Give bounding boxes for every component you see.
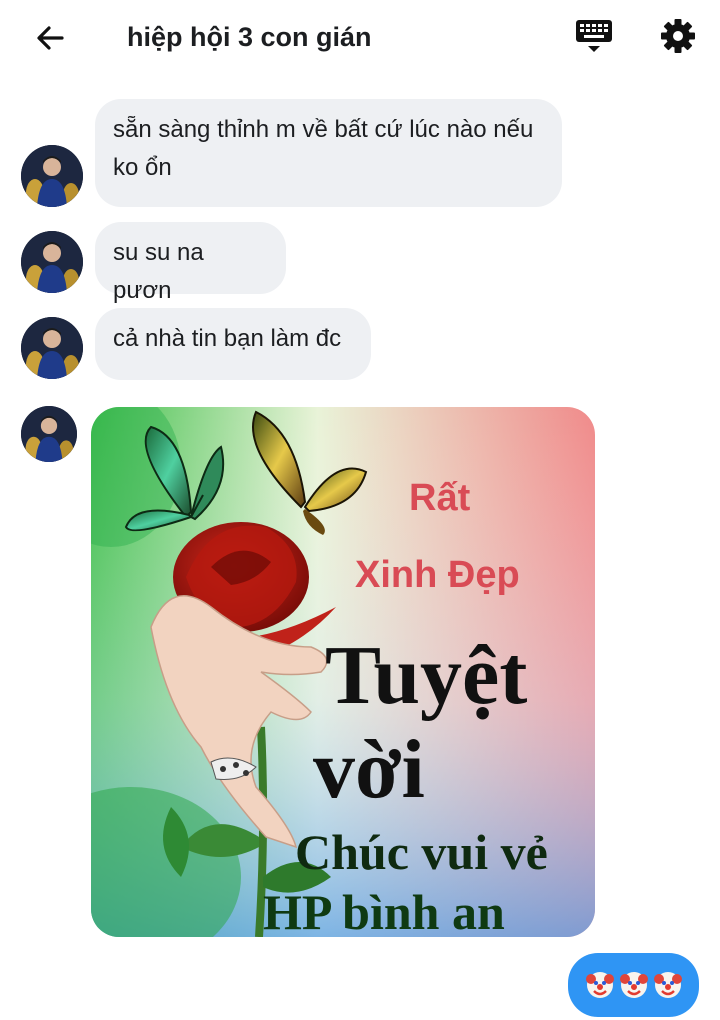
clown-face-icon [585, 972, 614, 998]
conversation-title[interactable]: hiệp hội 3 con gián [127, 22, 372, 53]
image-message[interactable]: Rất Xinh Đẹp Tuyệt vời Chúc vui vẻ HP bì… [91, 407, 595, 937]
card-text-rat: Rất [409, 477, 471, 519]
conversation-header: hiệp hội 3 con gián [0, 0, 720, 78]
clown-face-icon [653, 972, 682, 998]
card-text-hp-binh-an: HP bình an [263, 884, 505, 937]
keyboard-icon [576, 20, 612, 52]
avatar-photo [21, 317, 83, 379]
arrow-left-icon [37, 26, 64, 50]
avatar-photo [21, 231, 83, 293]
back-button[interactable] [30, 18, 70, 58]
avatar[interactable] [21, 317, 83, 379]
greeting-card-image: Rất Xinh Đẹp Tuyệt vời Chúc vui vẻ HP bì… [91, 407, 595, 937]
message-bubble[interactable]: su su na pươn [95, 222, 286, 304]
card-text-xinh-dep: Xinh Đẹp [355, 554, 520, 596]
keyboard-button[interactable] [574, 16, 614, 56]
message-text: su su na pươn [113, 239, 204, 304]
avatar-photo [21, 406, 77, 462]
message-bubble[interactable]: sẵn sàng thỉnh m về bất cứ lúc nào nếu k… [95, 99, 562, 207]
message-text: cả nhà tin bạn làm đc [113, 325, 342, 352]
card-text-tuyet: Tuyệt [325, 629, 527, 722]
card-text-chuc-vui-ve: Chúc vui vẻ [295, 824, 548, 880]
avatar[interactable] [21, 145, 83, 207]
gear-icon [661, 19, 695, 53]
avatar-photo [21, 145, 83, 207]
avatar[interactable] [21, 231, 83, 293]
settings-button[interactable] [658, 16, 698, 56]
message-bubble[interactable]: cả nhà tin bạn làm đc [95, 308, 371, 380]
message-text: sẵn sàng thỉnh m về bất cứ lúc nào nếu k… [113, 116, 534, 181]
card-text-voi: vời [313, 723, 425, 816]
clown-face-icon [619, 972, 648, 998]
sent-message-bubble[interactable] [568, 953, 699, 1017]
avatar[interactable] [21, 406, 77, 462]
